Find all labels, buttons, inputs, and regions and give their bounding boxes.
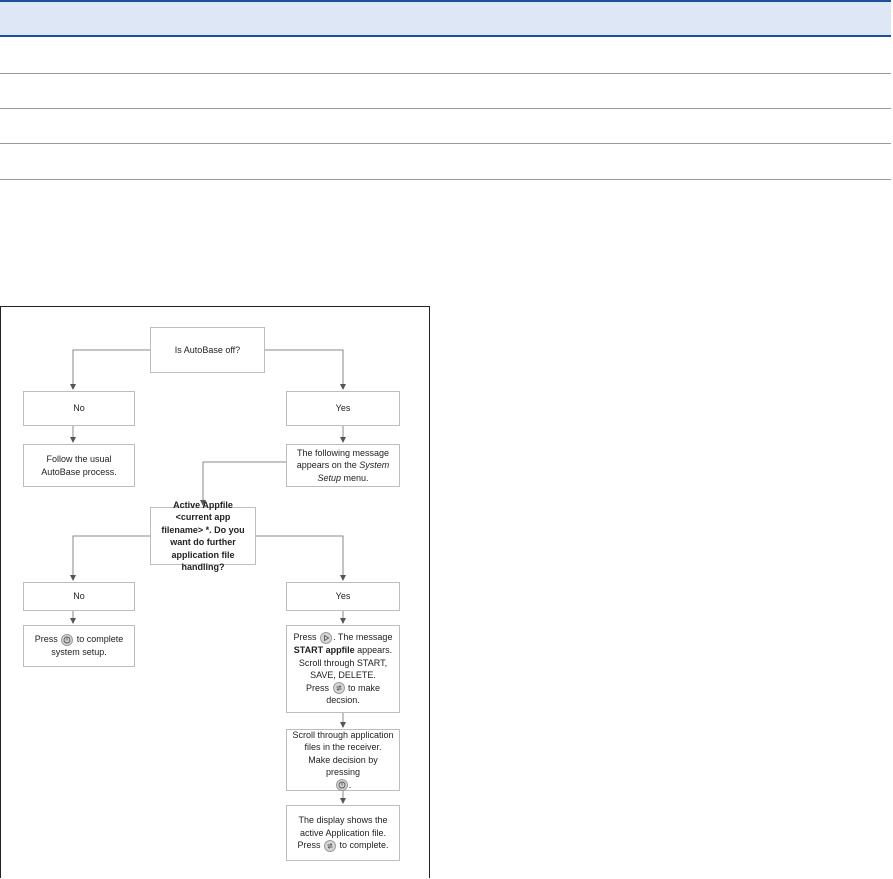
message-text: The following message appears on the Sys… [296, 447, 390, 483]
follow-autobase-text: Follow the usual AutoBase process. [41, 454, 117, 477]
no-label-1: No [73, 403, 85, 414]
no-node-1: No [23, 391, 135, 426]
question-text: Active Appfile <current app filename> *.… [161, 499, 245, 573]
scroll-button-icon [332, 682, 345, 695]
question-node: Active Appfile <current app filename> *.… [150, 500, 256, 572]
yes-label-2: Yes [335, 591, 351, 602]
table-row [0, 39, 891, 74]
power-button-icon [335, 779, 348, 792]
table-row [0, 74, 891, 109]
scroll-files-text: Scroll through application files in the … [292, 729, 394, 792]
yes-node-2: Yes [286, 582, 400, 611]
table-row [0, 109, 891, 144]
press-complete-node: Press to complete system setup. [23, 625, 135, 667]
follow-autobase-node: Follow the usual AutoBase process. [23, 444, 135, 487]
scroll-files-node: Scroll through application files in the … [286, 729, 400, 792]
yes-node-1: Yes [286, 391, 400, 426]
no-label-2: No [73, 591, 85, 602]
press-complete-text: Press to complete system setup. [34, 634, 124, 658]
message-node: The following message appears on the Sys… [286, 444, 400, 487]
table-header [0, 0, 891, 37]
display-shows-node: The display shows the active Application… [286, 805, 400, 861]
scroll-button-icon [323, 839, 336, 852]
no-node-2: No [23, 582, 135, 611]
flowchart-frame: Is AutoBase off? No Yes Follow the usual… [0, 306, 430, 878]
table-row [0, 145, 891, 180]
press-play-text: Press . The message START appfile appear… [293, 632, 393, 706]
start-appfile-label: START appfile [293, 645, 355, 655]
press-play-node: Press . The message START appfile appear… [286, 625, 400, 713]
yes-label-1: Yes [335, 403, 351, 414]
display-shows-text: The display shows the active Application… [297, 815, 389, 852]
power-button-icon [61, 634, 74, 647]
start-text: Is AutoBase off? [174, 344, 241, 355]
start-node: Is AutoBase off? [150, 327, 265, 373]
play-button-icon [320, 632, 333, 644]
